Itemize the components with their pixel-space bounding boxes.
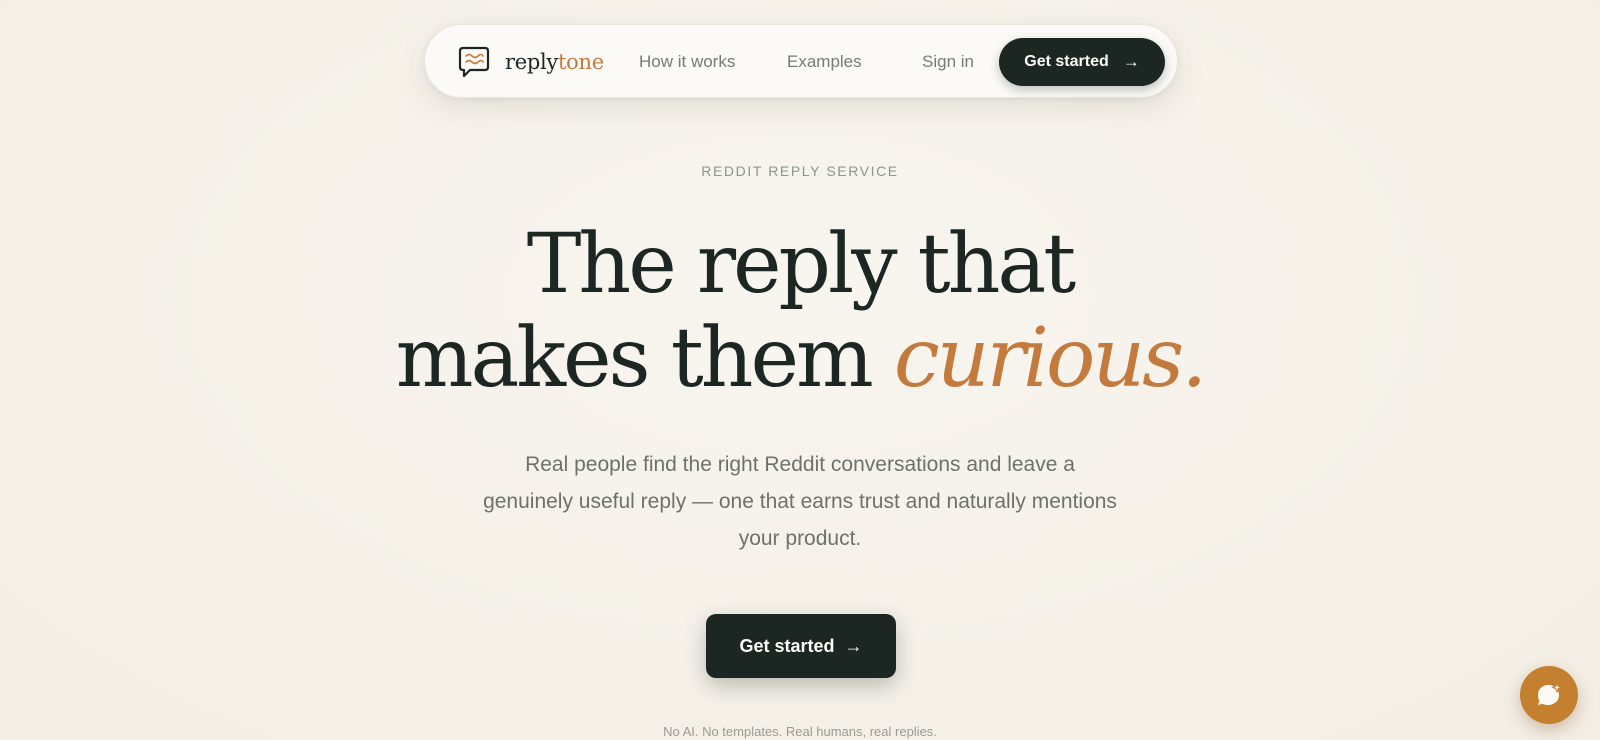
hero-eyebrow: REDDIT REPLY SERVICE (701, 163, 899, 179)
speech-bubble-waves-icon (458, 46, 490, 78)
sign-in-link[interactable]: Sign in (922, 50, 974, 74)
hero-subtext: Real people find the right Reddit conver… (483, 453, 1117, 550)
hero-headline: The reply that makes them curious. (0, 218, 1600, 406)
nav-link-how-it-works[interactable]: How it works (639, 50, 735, 74)
hero-footnote: No AI. No templates. Real humans, real r… (663, 724, 937, 739)
top-nav: replytone How it works Examples Sign in … (424, 24, 1178, 98)
nav-get-started-label: Get started (1024, 53, 1109, 70)
arrow-right-icon: → (1122, 52, 1140, 71)
page: replytone How it works Examples Sign in … (0, 0, 1600, 740)
headline-line-1: The reply that (526, 217, 1077, 312)
chat-launcher-button[interactable] (1520, 666, 1578, 724)
arrow-right-icon: → (844, 635, 863, 656)
nav-get-started-button[interactable]: Get started → (999, 38, 1165, 86)
headline-accent-word: curious. (893, 311, 1207, 406)
nav-link-examples[interactable]: Examples (787, 50, 862, 74)
hero-get-started-button[interactable]: Get started → (706, 614, 896, 678)
hero-get-started-label: Get started (739, 635, 835, 656)
logo-link[interactable]: replytone (457, 45, 604, 79)
logo-wordmark: replytone (505, 49, 604, 74)
headline-line-2: makes them (395, 311, 894, 406)
logo-wordmark-accent: tone (558, 49, 604, 74)
chat-sparkle-icon (1538, 681, 1563, 705)
logo-wordmark-main: reply (505, 49, 558, 74)
